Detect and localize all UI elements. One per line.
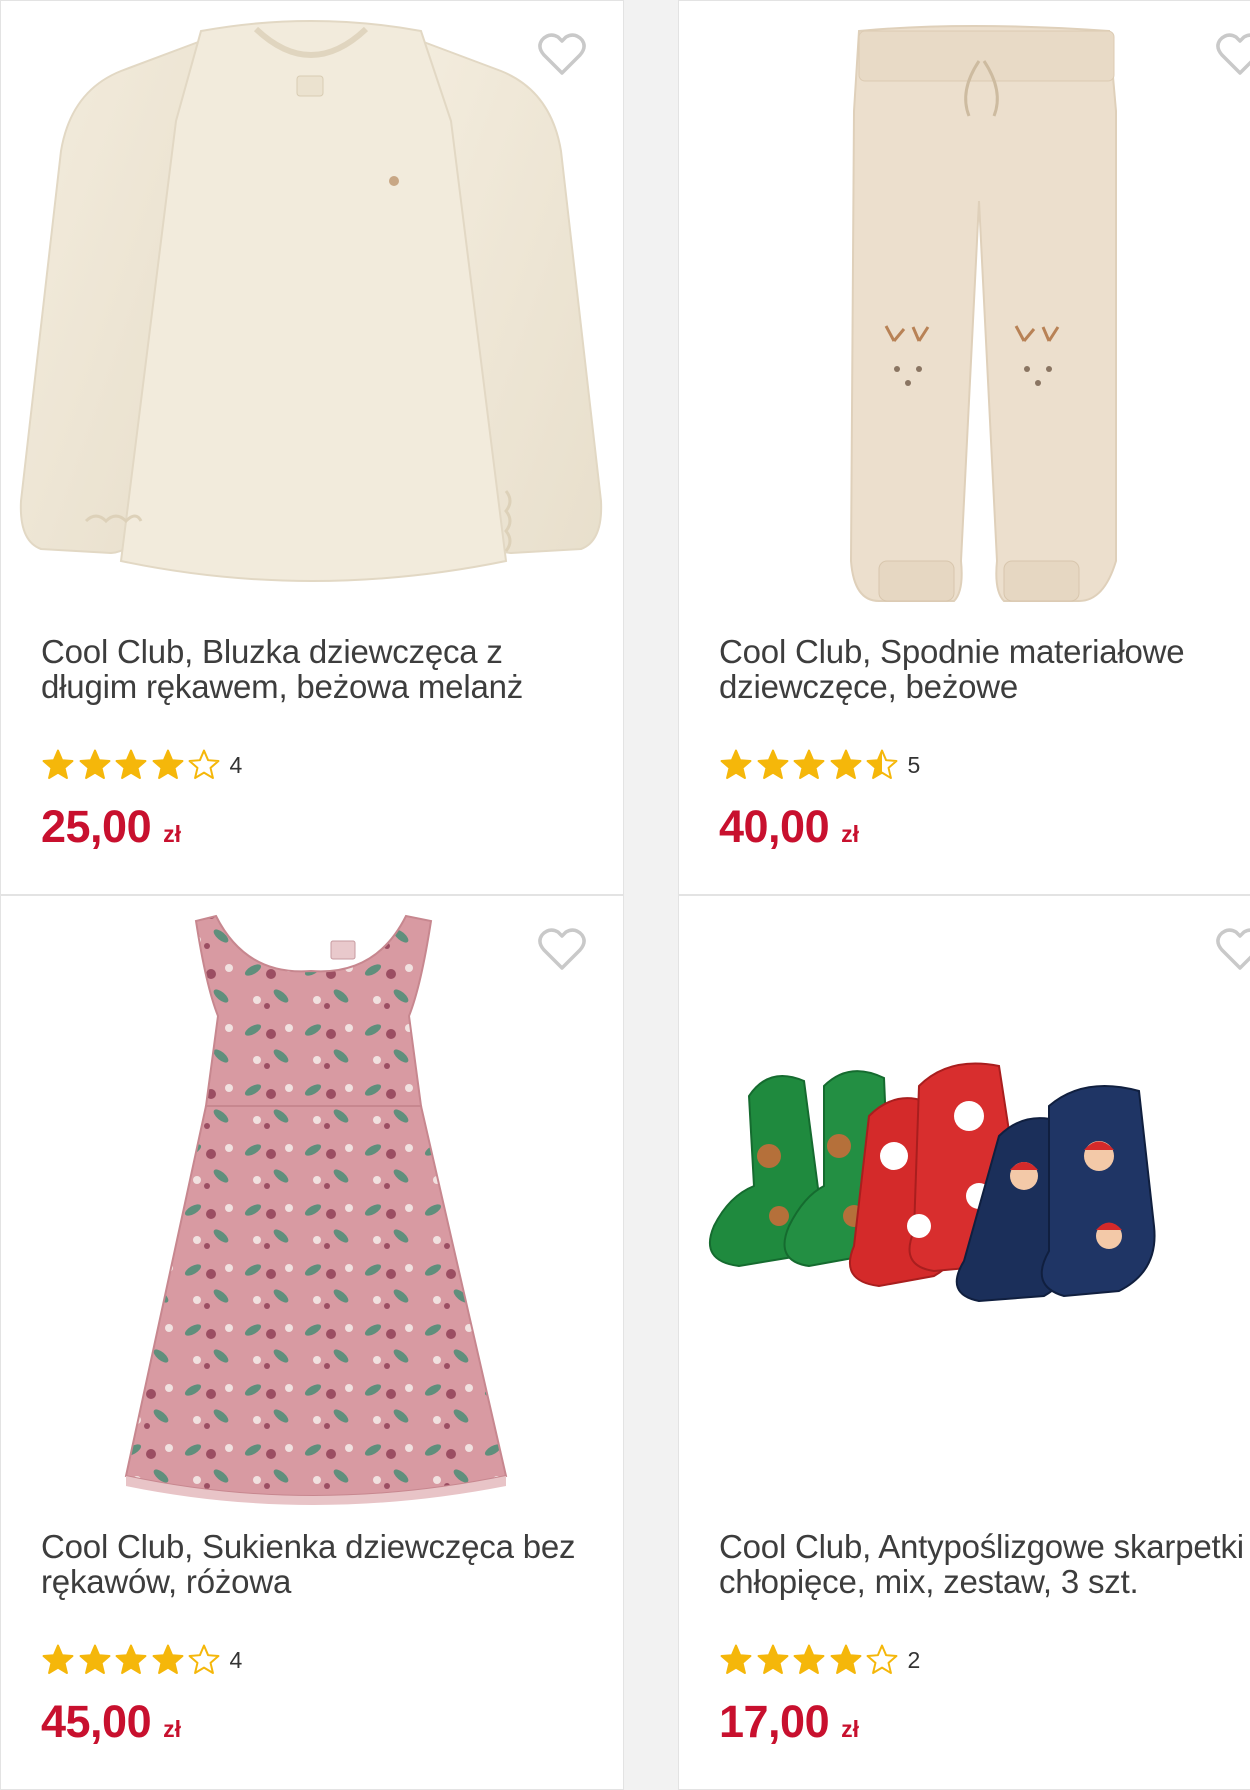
price-amount: 17,00 xyxy=(719,1696,830,1747)
product-grid: Cool Club, Bluzka dziewczęca z długim rę… xyxy=(0,0,1250,1790)
rating-stars xyxy=(41,1643,224,1677)
price: 17,00 zł xyxy=(719,1696,859,1748)
price: 45,00 zł xyxy=(41,1696,181,1748)
price-amount: 45,00 xyxy=(41,1696,152,1747)
star-icon xyxy=(188,749,220,780)
product-image[interactable] xyxy=(1,1,623,611)
heart-icon[interactable] xyxy=(537,31,587,77)
star-icon xyxy=(757,1644,788,1675)
star-icon xyxy=(152,749,183,780)
product-title[interactable]: Cool Club, Sukienka dziewczęca bez rękaw… xyxy=(41,1529,581,1599)
price-currency: zł xyxy=(841,1716,860,1742)
rating-stars xyxy=(719,748,902,782)
rating-count: 4 xyxy=(229,1646,243,1673)
star-icon xyxy=(115,1644,147,1675)
rating-count: 5 xyxy=(907,751,921,778)
product-title[interactable]: Cool Club, Bluzka dziewczęca z długim rę… xyxy=(41,634,581,704)
star-icon xyxy=(793,749,825,780)
trousers-image xyxy=(849,25,1117,602)
heart-icon[interactable] xyxy=(537,926,587,972)
product-image[interactable] xyxy=(1,896,623,1506)
star-icon xyxy=(866,749,898,780)
rating: 4 xyxy=(41,1641,242,1679)
product-card[interactable]: Cool Club, Sukienka dziewczęca bez rękaw… xyxy=(0,895,624,1790)
rating-stars xyxy=(719,1643,902,1677)
star-icon xyxy=(830,1644,861,1675)
dress-image xyxy=(124,914,508,1505)
star-icon xyxy=(757,749,788,780)
rating: 2 xyxy=(719,1641,920,1679)
price-currency: zł xyxy=(163,821,182,847)
star-icon xyxy=(720,749,752,780)
heart-icon[interactable] xyxy=(1215,926,1250,972)
rating: 4 xyxy=(41,746,242,784)
product-image[interactable] xyxy=(679,896,1250,1506)
star-icon xyxy=(188,1644,220,1675)
product-image[interactable] xyxy=(679,1,1250,611)
rating: 5 xyxy=(719,746,920,784)
price-currency: zł xyxy=(163,1716,182,1742)
star-icon xyxy=(152,1644,183,1675)
product-title[interactable]: Cool Club, Antypoślizgowe skarpetki chło… xyxy=(719,1529,1250,1599)
rating-stars xyxy=(41,748,224,782)
product-card[interactable]: Cool Club, Antypoślizgowe skarpetki chło… xyxy=(678,895,1250,1790)
star-icon xyxy=(720,1644,752,1675)
product-card[interactable]: Cool Club, Spodnie materiałowe dziewczęc… xyxy=(678,0,1250,895)
price: 40,00 zł xyxy=(719,801,859,853)
heart-icon[interactable] xyxy=(1215,31,1250,77)
socks-image xyxy=(709,1062,1156,1303)
price-amount: 40,00 xyxy=(719,801,830,852)
star-icon xyxy=(42,1644,74,1675)
price-amount: 25,00 xyxy=(41,801,152,852)
price-currency: zł xyxy=(841,821,860,847)
star-icon xyxy=(115,749,147,780)
star-icon xyxy=(793,1644,825,1675)
sweater-image xyxy=(19,20,603,582)
price: 25,00 zł xyxy=(41,801,181,853)
star-icon xyxy=(866,1644,898,1675)
star-icon xyxy=(830,749,861,780)
star-icon xyxy=(79,749,110,780)
star-icon xyxy=(42,749,74,780)
product-card[interactable]: Cool Club, Bluzka dziewczęca z długim rę… xyxy=(0,0,624,895)
product-title[interactable]: Cool Club, Spodnie materiałowe dziewczęc… xyxy=(719,634,1250,704)
rating-count: 4 xyxy=(229,751,243,778)
rating-count: 2 xyxy=(907,1646,921,1673)
star-icon xyxy=(79,1644,110,1675)
